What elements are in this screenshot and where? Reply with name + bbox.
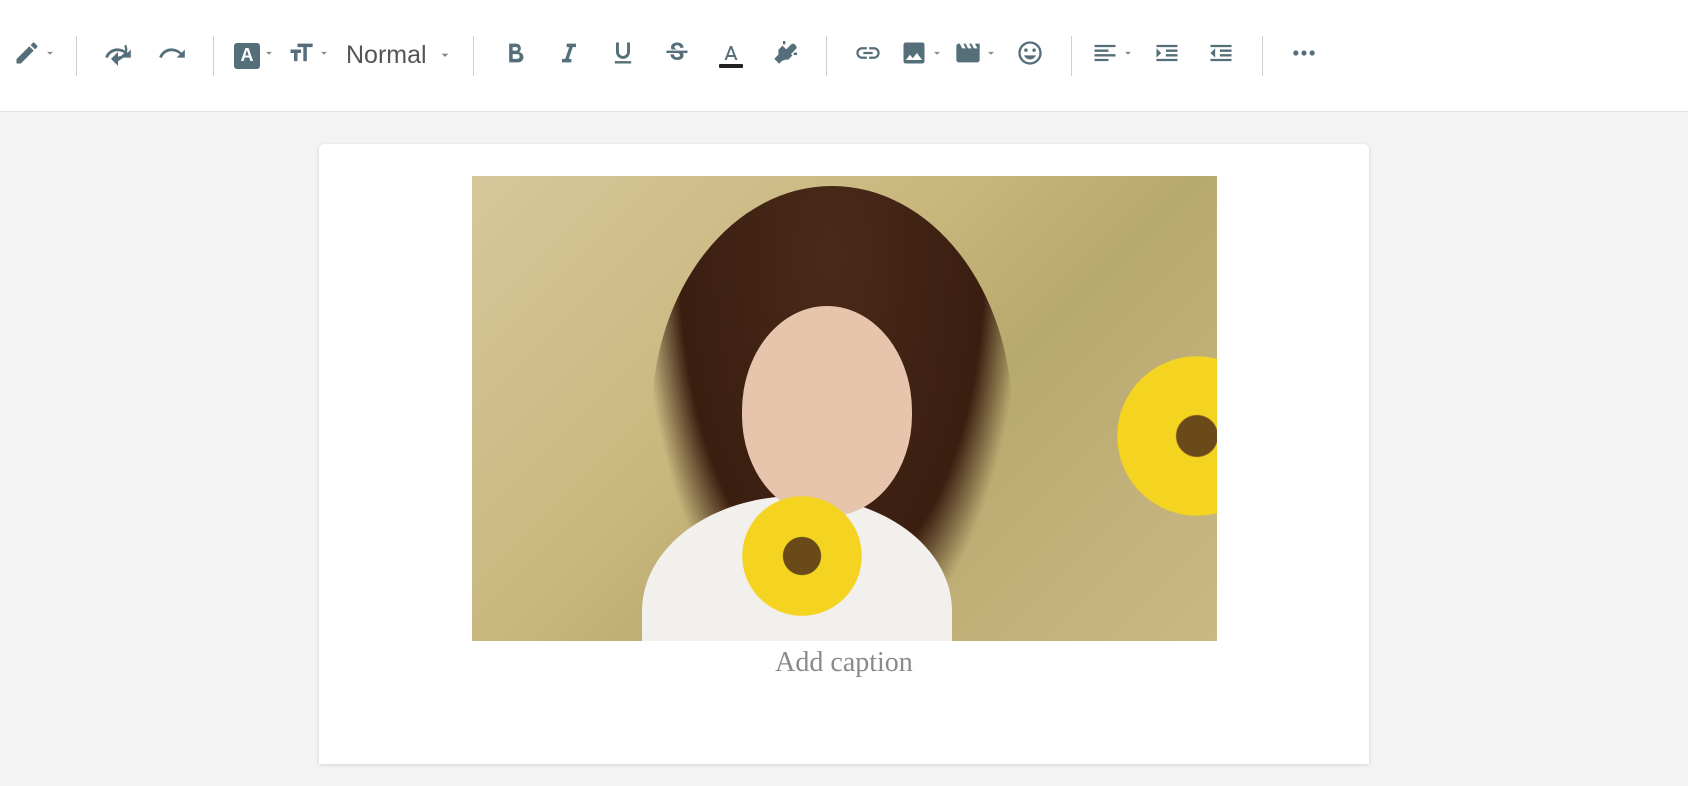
insert-link-button[interactable]: [841, 33, 895, 79]
highlight-icon: [771, 39, 799, 72]
editor-canvas[interactable]: Add caption: [0, 112, 1688, 764]
font-color-icon: [719, 43, 743, 68]
paragraph-format-button[interactable]: Normal: [336, 41, 459, 70]
more-icon: [1290, 39, 1318, 72]
separator: [826, 36, 827, 76]
emoji-icon: [1016, 39, 1044, 72]
outdent-button[interactable]: [1194, 33, 1248, 79]
pencil-icon: [13, 39, 41, 72]
separator: [1262, 36, 1263, 76]
insert-video-button[interactable]: [949, 33, 1003, 79]
image-icon: [900, 39, 928, 72]
align-left-icon: [1091, 39, 1119, 72]
align-button[interactable]: [1086, 33, 1140, 79]
chevron-down-icon: [260, 46, 276, 65]
link-icon: [854, 39, 882, 72]
indent-button[interactable]: [1140, 33, 1194, 79]
strikethrough-button[interactable]: [650, 33, 704, 79]
separator: [213, 36, 214, 76]
redo-icon: [158, 39, 186, 72]
editor-toolbar: A Normal: [0, 0, 1688, 112]
video-icon: [954, 39, 982, 72]
paragraph-format-label: Normal: [346, 41, 427, 70]
undo-icon: [104, 39, 132, 72]
image-caption-input[interactable]: Add caption: [744, 647, 944, 679]
bold-button[interactable]: [488, 33, 542, 79]
chevron-down-icon: [41, 46, 57, 65]
edit-mode-button[interactable]: [8, 33, 62, 79]
chevron-down-icon: [427, 41, 453, 70]
font-family-icon: A: [234, 43, 260, 69]
strikethrough-icon: [663, 39, 691, 72]
separator: [473, 36, 474, 76]
highlight-button[interactable]: [758, 33, 812, 79]
underline-button[interactable]: [596, 33, 650, 79]
font-size-button[interactable]: [282, 33, 336, 79]
inserted-image[interactable]: [472, 176, 1217, 641]
document-page[interactable]: Add caption: [319, 144, 1369, 764]
chevron-down-icon: [315, 46, 331, 65]
separator: [1071, 36, 1072, 76]
underline-icon: [609, 39, 637, 72]
chevron-down-icon: [1119, 46, 1135, 65]
outdent-icon: [1207, 39, 1235, 72]
italic-icon: [555, 39, 583, 72]
more-button[interactable]: [1277, 33, 1331, 79]
undo-button[interactable]: [91, 33, 145, 79]
separator: [76, 36, 77, 76]
insert-emoji-button[interactable]: [1003, 33, 1057, 79]
chevron-down-icon: [928, 46, 944, 65]
font-color-button[interactable]: [704, 33, 758, 79]
image-figure: Add caption: [472, 176, 1217, 732]
bold-icon: [501, 39, 529, 72]
italic-button[interactable]: [542, 33, 596, 79]
indent-icon: [1153, 39, 1181, 72]
font-size-icon: [287, 39, 315, 72]
chevron-down-icon: [982, 46, 998, 65]
font-family-button[interactable]: A: [228, 33, 282, 79]
redo-button[interactable]: [145, 33, 199, 79]
insert-image-button[interactable]: [895, 33, 949, 79]
